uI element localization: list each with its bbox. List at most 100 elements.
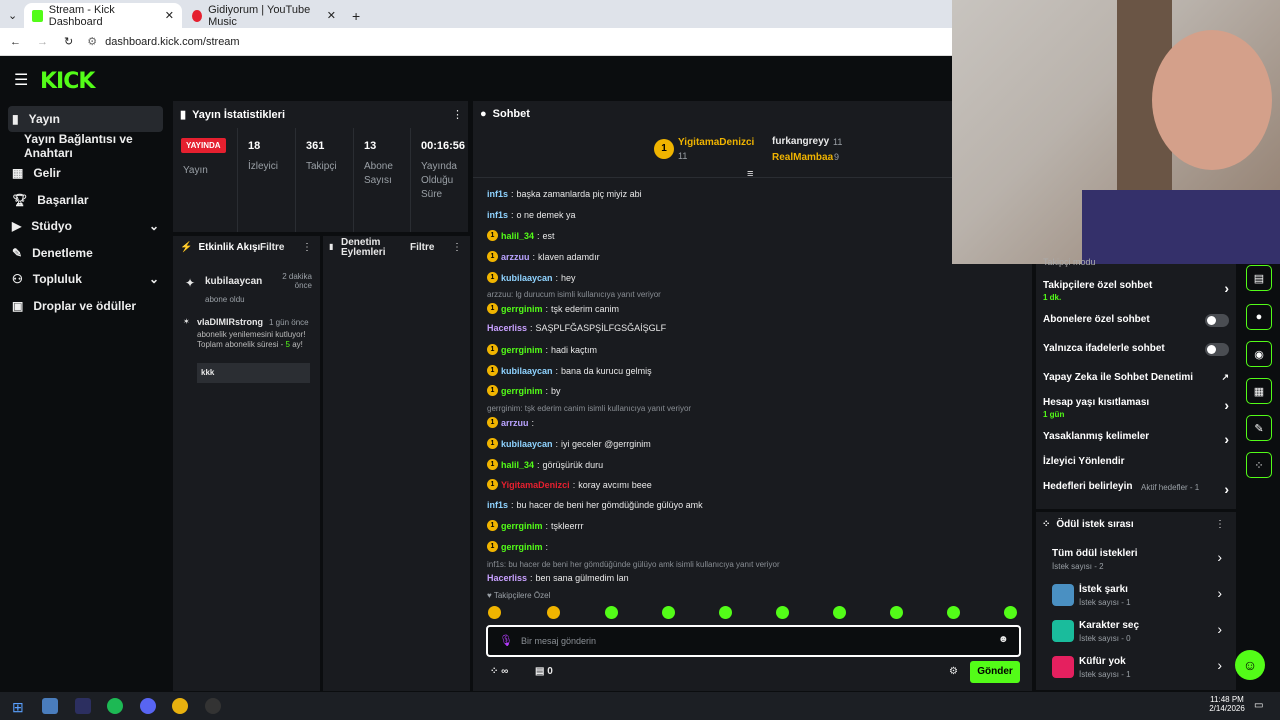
chat-message[interactable]: 1 halil_34: görüşürük duru (487, 459, 603, 470)
chat-bubble-icon[interactable]: ● (1246, 304, 1272, 330)
chat-message[interactable]: 1 halil_34: est (487, 230, 555, 241)
new-tab-button[interactable]: + (344, 3, 364, 28)
reward-item[interactable]: İstek şarkı İstek sayısı - 1 › (1052, 582, 1222, 612)
close-icon[interactable]: ✕ (165, 9, 174, 22)
toggle-switch[interactable] (1205, 343, 1229, 356)
activity-user[interactable]: kubilaaycan (205, 276, 262, 287)
send-button[interactable]: Gönder (970, 661, 1020, 683)
back-icon[interactable]: ← (10, 36, 21, 48)
microphone-icon[interactable]: 🎙︎ (499, 634, 513, 647)
sidebar-item-gelir[interactable]: ▦ Gelir (8, 160, 163, 186)
chat-username[interactable]: inf1s (487, 500, 508, 510)
obs-icon[interactable] (205, 698, 221, 714)
sidebar-item-studyo[interactable]: ▶ Stüdyo ⌄ (8, 213, 163, 239)
notification-icon[interactable]: ▭ (1254, 700, 1263, 711)
tab-youtube-music[interactable]: Gidiyorum | YouTube Music ✕ (184, 3, 344, 28)
activity-filter-button[interactable]: Filtre (260, 242, 284, 253)
chat-setting-row[interactable]: Yapay Zeka ile Sohbet Denetimi ↗ (1043, 372, 1229, 383)
chat-setting-row[interactable]: Takipçilere özel sohbet 1 dk. › (1043, 280, 1229, 302)
activity-user[interactable]: vlaDIMIRstrong (197, 317, 263, 327)
sidebar-item-yayin[interactable]: ▮ Yayın (8, 106, 163, 132)
chat-message[interactable]: inf1s: o ne demek ya (487, 210, 576, 220)
sidebar-item-stream-key[interactable]: Yayın Bağlantısı ve Anahtarı (20, 132, 170, 160)
emoji-icon[interactable]: ☻ (998, 634, 1009, 645)
chat-message[interactable]: 1 kubilaaycan: hey (487, 272, 576, 283)
chat-username[interactable]: Hacerliss (487, 573, 527, 583)
chat-username[interactable]: kubilaaycan (501, 273, 553, 283)
more-options-icon[interactable]: ⋮ (1215, 519, 1225, 530)
chat-setting-row[interactable]: Hesap yaşı kısıtlaması 1 gün › (1043, 397, 1229, 419)
chat-message[interactable]: Hacerliss: SAŞPLFĞASPŞİLFGSĞAİŞGLF (487, 323, 666, 333)
chat-message[interactable]: 1 gerrginim: (487, 541, 551, 552)
clipboard-icon[interactable]: ▤ (1246, 265, 1272, 291)
top-gifter-3[interactable]: RealMambaa (772, 152, 833, 163)
discord-icon[interactable] (140, 698, 156, 714)
chat-message[interactable]: 1 YigitamaDenizci: koray avcımı beee (487, 479, 652, 490)
emote-icon[interactable] (1004, 606, 1017, 619)
toggle-switch[interactable] (1205, 314, 1229, 327)
emote-icon[interactable] (547, 606, 560, 619)
chat-message[interactable]: inf1s: bu hacer de beni her gömdüğünde gü… (487, 500, 703, 510)
kick-logo[interactable]: KICK (40, 69, 95, 94)
channel-points[interactable]: ⁘ ∞ (490, 666, 508, 677)
more-options-icon[interactable]: ⋮ (302, 242, 312, 253)
clock[interactable]: 11:48 PM 2/14/2026 (1205, 695, 1249, 713)
spotify-icon[interactable] (107, 698, 123, 714)
wrench-icon[interactable]: ✎ (1246, 415, 1272, 441)
reward-item[interactable]: Karakter seç İstek sayısı - 0 › (1052, 618, 1222, 648)
chat-message[interactable]: 1 gerrginim: tşk ederim canim (487, 303, 619, 314)
chat-input[interactable]: Bir mesaj gönderin (521, 636, 596, 646)
app-icon[interactable] (42, 698, 58, 714)
site-info-icon[interactable]: ⚙ (87, 35, 97, 48)
reward-item[interactable]: Tüm ödül istekleri İstek sayısı - 2 › (1052, 546, 1222, 576)
hamburger-menu-icon[interactable]: ☰ (14, 70, 28, 90)
chat-username[interactable]: YigitamaDenizci (501, 480, 570, 490)
community-icon[interactable]: ⁘ (1246, 452, 1272, 478)
gear-icon[interactable]: ⚙ (949, 666, 958, 677)
chat-message[interactable]: 1 gerrginim: hadi kaçtım (487, 344, 597, 355)
chat-setting-row[interactable]: Yasaklanmış kelimeler › (1043, 431, 1229, 447)
emote-icon[interactable] (776, 606, 789, 619)
emote-icon[interactable] (662, 606, 675, 619)
emote-icon[interactable] (488, 606, 501, 619)
chat-message[interactable]: 1 arzzuu: klaven adamdır (487, 251, 600, 262)
chat-username[interactable]: gerrginim (501, 542, 543, 552)
reload-icon[interactable]: ↻ (64, 35, 73, 48)
windows-start-icon[interactable]: ⊞ (12, 699, 24, 716)
chat-message[interactable]: 1 gerrginim: by (487, 385, 561, 396)
help-chat-icon[interactable]: ☺ (1235, 650, 1265, 680)
sidebar-item-topluluk[interactable]: ⚇ Topluluk ⌄ (8, 266, 163, 292)
chat-message[interactable]: 1 kubilaaycan: bana da kurucu gelmiş (487, 365, 652, 376)
emote-icon[interactable] (719, 606, 732, 619)
chat-username[interactable]: gerrginim (501, 386, 543, 396)
chat-username[interactable]: halil_34 (501, 460, 534, 470)
chat-message[interactable]: inf1s: başka zamanlarda piç miyiz abi (487, 189, 642, 199)
forward-icon[interactable]: → (37, 36, 48, 48)
tab-kick-dashboard[interactable]: Stream - Kick Dashboard ✕ (24, 3, 182, 28)
chat-username[interactable]: gerrginim (501, 345, 543, 355)
emote-icon[interactable] (947, 606, 960, 619)
top-gifter-2[interactable]: furkangreyy (772, 136, 829, 147)
chat-setting-row[interactable]: İzleyici Yönlendir (1043, 456, 1229, 467)
chat-username[interactable]: Hacerliss (487, 323, 527, 333)
emote-icon[interactable] (833, 606, 846, 619)
close-icon[interactable]: ✕ (327, 9, 336, 22)
more-options-icon[interactable]: ⋮ (452, 242, 462, 253)
top-gifter-1[interactable]: YigitamaDenizci (678, 137, 754, 148)
emote-icon[interactable] (890, 606, 903, 619)
chat-username[interactable]: halil_34 (501, 231, 534, 241)
tab-menu-button[interactable]: ⌄ (0, 3, 24, 28)
chat-username[interactable]: kubilaaycan (501, 439, 553, 449)
broadcast-icon[interactable]: ◉ (1246, 341, 1272, 367)
app-icon[interactable] (75, 698, 91, 714)
chat-message[interactable]: 1 gerrginim: tşkleerrr (487, 520, 584, 531)
chat-message[interactable]: 1 arrzuu: (487, 417, 537, 428)
chat-setting-row[interactable]: Abonelere özel sohbet (1043, 314, 1229, 327)
chat-username[interactable]: kubilaaycan (501, 366, 553, 376)
reward-item[interactable]: Küfür yok İstek sayısı - 1 › (1052, 654, 1222, 684)
sidebar-item-basarilar[interactable]: 🏆︎ Başarılar (8, 187, 163, 213)
chat-username[interactable]: arrzuu (501, 418, 529, 428)
chat-message[interactable]: 1 kubilaaycan: iyi geceler @gerrginim (487, 438, 651, 449)
gift-counter[interactable]: ▤ 0 (535, 666, 553, 677)
more-options-icon[interactable]: ⋮ (452, 108, 463, 121)
